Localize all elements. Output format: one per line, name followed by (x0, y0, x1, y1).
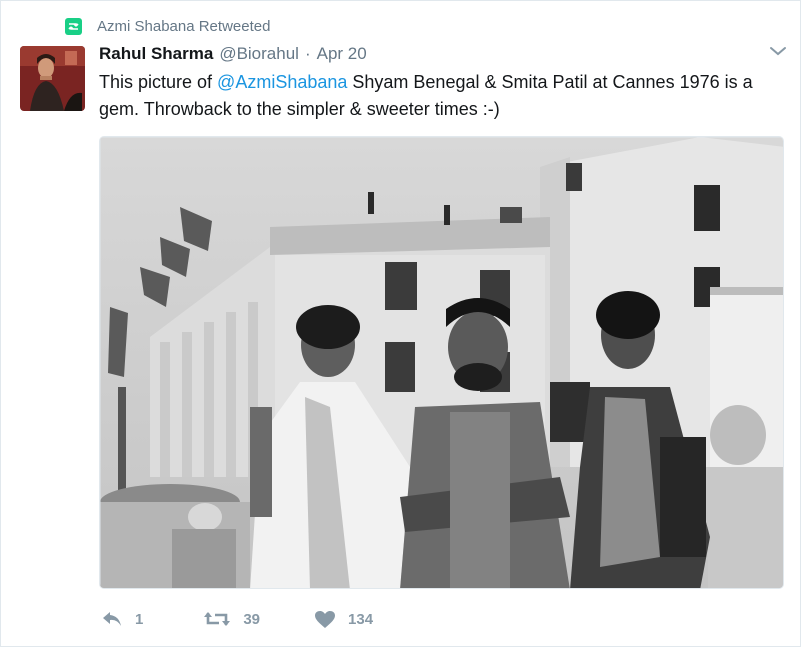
mention-link[interactable]: @AzmiShabana (217, 72, 347, 92)
chevron-down-icon[interactable] (768, 43, 788, 59)
tweet-actions: 1 39 134 (99, 604, 373, 634)
tweet-photo[interactable] (99, 136, 784, 589)
like-button[interactable]: 134 (314, 610, 373, 629)
like-count: 134 (348, 610, 374, 628)
avatar[interactable] (20, 46, 85, 111)
tweet-text-part: This picture of (99, 72, 218, 92)
retweet-context[interactable]: Azmi Shabana Retweeted (65, 15, 270, 37)
retweet-button[interactable]: 39 (203, 610, 260, 628)
tweet-header: Rahul Sharma @Biorahul · Apr 20 (99, 41, 367, 67)
tweet-text: This picture of @AzmiShabana Shyam Beneg… (99, 69, 789, 123)
author-name[interactable]: Rahul Sharma (99, 44, 213, 64)
retweet-badge-icon (65, 17, 82, 35)
tweet-date[interactable]: Apr 20 (317, 44, 367, 64)
retweet-label: Azmi Shabana Retweeted (97, 17, 271, 35)
retweet-icon (203, 610, 231, 628)
author-handle[interactable]: @Biorahul (219, 44, 299, 64)
reply-button[interactable]: 1 (101, 610, 143, 628)
tweet-card: Azmi Shabana Retweeted Rahul Sharma @Bio… (0, 0, 801, 647)
heart-icon (314, 610, 336, 629)
separator: · (304, 44, 311, 63)
retweet-count: 39 (243, 610, 261, 628)
reply-icon (101, 610, 123, 628)
reply-count: 1 (135, 610, 144, 628)
